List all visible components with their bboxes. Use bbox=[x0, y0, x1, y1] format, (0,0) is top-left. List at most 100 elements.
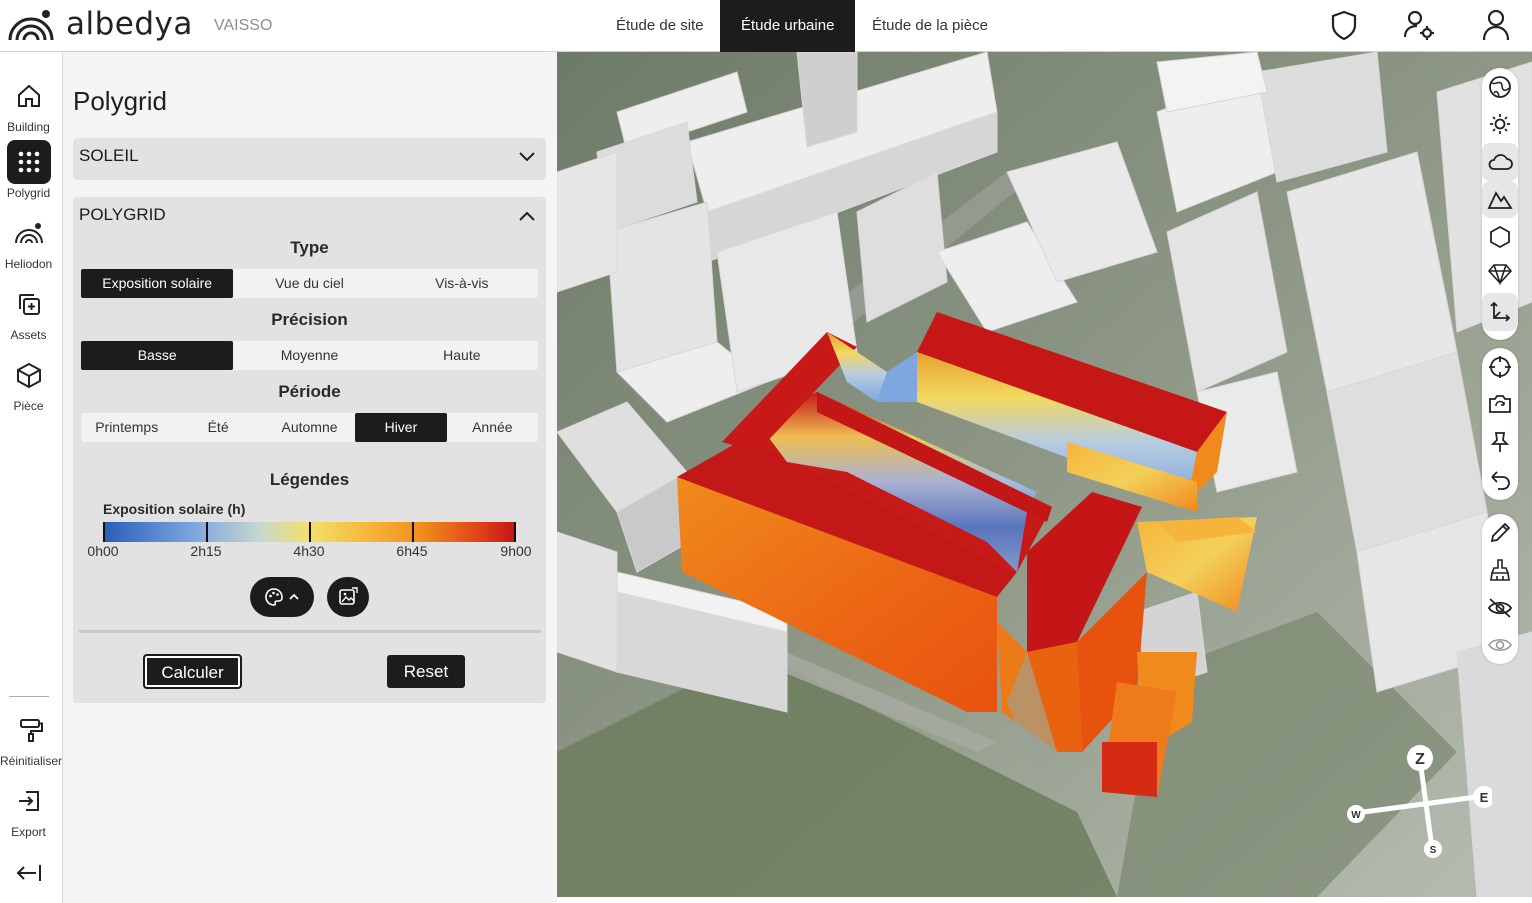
precision-option-basse[interactable]: Basse bbox=[81, 341, 234, 370]
side-panel: Polygrid SOLEIL POLYGRID Type Exposition… bbox=[63, 52, 557, 903]
compass-w-label: W bbox=[1351, 810, 1361, 821]
legend-tick bbox=[206, 522, 208, 542]
palette-dropdown-button[interactable] bbox=[250, 577, 314, 617]
undo-icon[interactable] bbox=[1482, 461, 1518, 499]
map-toolbar-edit bbox=[1482, 514, 1518, 664]
pencil-icon[interactable] bbox=[1482, 514, 1518, 552]
legend-tick-label: 6h45 bbox=[396, 543, 428, 559]
tab-etude-de-la-piece[interactable]: Étude de la pièce bbox=[851, 0, 1009, 52]
rail-label-heliodon: Heliodon bbox=[4, 257, 53, 271]
type-option-exposition-solaire[interactable]: Exposition solaire bbox=[81, 269, 234, 298]
type-option-vue-du-ciel[interactable]: Vue du ciel bbox=[233, 269, 385, 298]
legend-tick-label: 0h00 bbox=[87, 543, 119, 559]
camera-rotate-icon[interactable] bbox=[1482, 386, 1518, 424]
accordion-soleil-header[interactable]: SOLEIL bbox=[73, 138, 546, 180]
precision-segmented: Basse Moyenne Haute bbox=[81, 341, 538, 370]
rail-item-heliodon[interactable]: Heliodon bbox=[0, 211, 57, 271]
periode-segmented: Printemps Été Automne Hiver Année bbox=[81, 413, 538, 442]
rail-label-polygrid: Polygrid bbox=[6, 186, 51, 200]
tab-etude-de-site[interactable]: Étude de site bbox=[595, 0, 725, 52]
diamond-icon[interactable] bbox=[1482, 256, 1518, 294]
compass-e-label: E bbox=[1480, 790, 1489, 805]
rail-item-reinitialiser[interactable]: Réinitialiser bbox=[0, 708, 62, 768]
broom-icon[interactable] bbox=[1482, 552, 1518, 590]
rail-label-piece: Pièce bbox=[13, 399, 44, 413]
periode-option-annee[interactable]: Année bbox=[447, 413, 538, 442]
brand-name: albedya bbox=[66, 6, 193, 42]
accordion-polygrid-header[interactable]: POLYGRID bbox=[73, 197, 546, 239]
eye-icon[interactable] bbox=[1482, 627, 1518, 665]
cloud-icon[interactable] bbox=[1482, 143, 1518, 181]
sun-icon[interactable] bbox=[1482, 106, 1518, 144]
terrain-icon[interactable] bbox=[1482, 180, 1518, 218]
user-settings-icon[interactable] bbox=[1402, 8, 1436, 42]
accordion-soleil[interactable]: SOLEIL bbox=[73, 138, 546, 180]
grid-dots-icon bbox=[6, 140, 51, 184]
target-icon[interactable] bbox=[1482, 348, 1518, 386]
image-export-icon bbox=[339, 587, 358, 605]
type-option-vis-a-vis[interactable]: Vis-à-vis bbox=[386, 269, 538, 298]
precision-option-haute[interactable]: Haute bbox=[386, 341, 538, 370]
legend-color-bar bbox=[103, 522, 516, 542]
eye-off-icon[interactable] bbox=[1482, 589, 1518, 627]
collapse-left-icon[interactable] bbox=[16, 862, 42, 884]
export-icon bbox=[7, 779, 51, 823]
legend-tick bbox=[412, 522, 414, 542]
periode-option-automne[interactable]: Automne bbox=[264, 413, 355, 442]
accordion-polygrid: POLYGRID Type Exposition solaire Vue du … bbox=[73, 197, 546, 703]
rail-item-piece[interactable]: Pièce bbox=[0, 353, 57, 413]
pin-icon[interactable] bbox=[1482, 423, 1518, 461]
legend-label: Exposition solaire (h) bbox=[103, 501, 246, 517]
legend-tick-label: 4h30 bbox=[293, 543, 325, 559]
compass-widget[interactable]: Z E W S bbox=[1342, 740, 1492, 860]
tab-etude-urbaine[interactable]: Étude urbaine bbox=[720, 0, 856, 52]
accordion-polygrid-label: POLYGRID bbox=[79, 205, 166, 224]
legend-tick-label: 9h00 bbox=[500, 543, 532, 559]
home-icon bbox=[7, 74, 51, 118]
periode-title: Période bbox=[278, 382, 341, 401]
compass-s-label: S bbox=[1430, 845, 1437, 856]
globe-icon[interactable] bbox=[1482, 68, 1518, 106]
type-segmented: Exposition solaire Vue du ciel Vis-à-vis bbox=[81, 269, 538, 298]
chevron-down-icon bbox=[519, 152, 535, 162]
rail-label-export: Export bbox=[11, 825, 46, 839]
precision-title: Précision bbox=[271, 310, 348, 329]
reset-button[interactable]: Reset bbox=[387, 655, 465, 688]
rail-item-export[interactable]: Export bbox=[0, 779, 57, 839]
paint-roller-icon bbox=[9, 708, 53, 752]
map-3d-view[interactable]: Z E W S bbox=[557, 52, 1532, 897]
chevron-up-icon bbox=[289, 593, 299, 600]
user-icon[interactable] bbox=[1479, 8, 1513, 42]
periode-option-printemps[interactable]: Printemps bbox=[81, 413, 172, 442]
palette-icon bbox=[265, 588, 283, 606]
rail-item-polygrid[interactable]: Polygrid bbox=[0, 140, 57, 200]
map-toolbar-view bbox=[1482, 68, 1518, 340]
periode-option-ete[interactable]: Été bbox=[172, 413, 263, 442]
top-bar: albedya VAISSO Étude de site Étude urbai… bbox=[0, 0, 1532, 52]
rail-label-reinitialiser: Réinitialiser bbox=[0, 754, 63, 768]
rail-divider bbox=[9, 696, 49, 697]
panel-divider bbox=[79, 630, 541, 633]
project-name: VAISSO bbox=[214, 17, 273, 34]
map-toolbar-camera bbox=[1482, 348, 1518, 500]
rail-item-assets[interactable]: Assets bbox=[0, 282, 57, 342]
periode-option-hiver[interactable]: Hiver bbox=[355, 413, 447, 442]
add-asset-icon bbox=[7, 282, 51, 326]
cube-icon bbox=[7, 353, 51, 397]
legend-tick bbox=[309, 522, 311, 542]
chevron-up-icon bbox=[519, 211, 535, 221]
albedya-logo-icon bbox=[8, 10, 54, 41]
legend-tick-label: 2h15 bbox=[190, 543, 222, 559]
rail-label-assets: Assets bbox=[10, 328, 47, 342]
export-image-button[interactable] bbox=[327, 577, 369, 617]
hexagon-icon[interactable] bbox=[1482, 218, 1518, 256]
precision-option-moyenne[interactable]: Moyenne bbox=[233, 341, 385, 370]
type-title: Type bbox=[290, 238, 329, 257]
axes-icon[interactable] bbox=[1482, 293, 1518, 331]
accordion-soleil-label: SOLEIL bbox=[79, 146, 139, 165]
shield-icon[interactable] bbox=[1327, 8, 1361, 42]
rail-item-building[interactable]: Building bbox=[0, 74, 57, 134]
legend-title: Légendes bbox=[269, 470, 350, 489]
left-rail: Building Polygrid Heliodon Assets Pièce … bbox=[0, 52, 63, 903]
calculer-button[interactable]: Calculer bbox=[144, 655, 241, 688]
